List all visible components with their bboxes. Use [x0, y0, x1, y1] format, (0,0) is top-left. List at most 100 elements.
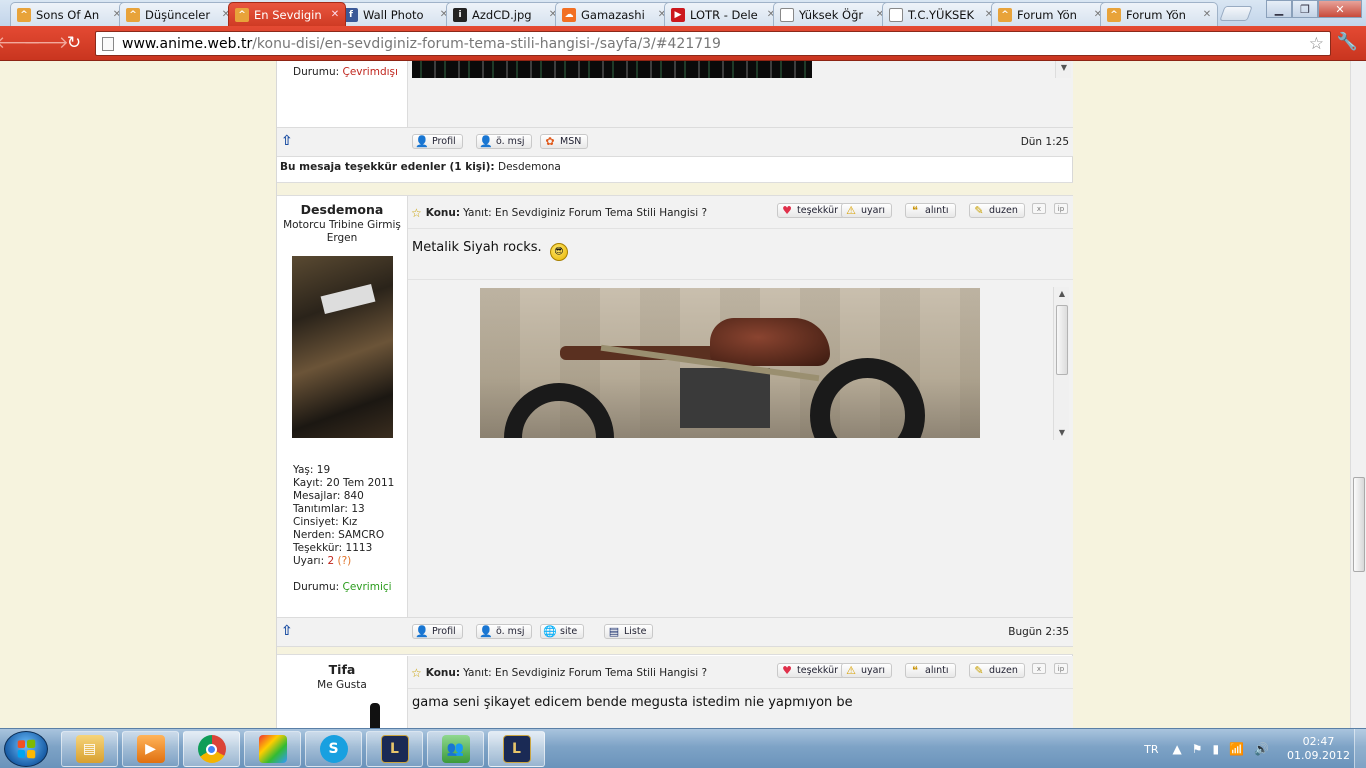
browser-tab[interactable]: ^ Düşünceler ✕ — [119, 2, 237, 26]
battery-icon[interactable]: ▮ — [1213, 742, 1220, 756]
browser-tab-active[interactable]: ^ En Sevdigin ✕ — [228, 2, 346, 26]
stat-age: Yaş: 19 — [293, 464, 331, 476]
taskbar-league-launcher[interactable]: L — [366, 731, 423, 767]
page-scrollbar-thumb[interactable] — [1353, 477, 1365, 572]
wrench-menu-icon[interactable]: 🔧 — [1337, 32, 1358, 52]
taskbar-media-player[interactable]: ▶ — [122, 731, 179, 767]
stat-warnings: Uyarı: 2 (?) — [293, 555, 352, 567]
browser-tab[interactable]: f Wall Photo ✕ — [337, 2, 455, 26]
anime-favicon-icon: ^ — [1107, 7, 1121, 22]
page-scrollbar[interactable] — [1350, 61, 1366, 728]
quote-button[interactable]: ❝ alıntı — [905, 203, 956, 218]
profile-button[interactable]: 👤 Profil — [412, 134, 463, 149]
thanks-user-link[interactable]: Desdemona — [498, 161, 561, 173]
edit-button[interactable]: ✎ duzen — [969, 663, 1025, 678]
pm-user-icon: 👤 — [479, 625, 493, 638]
user-title: Motorcu Tribine Girmiş — [283, 219, 401, 231]
msn-button[interactable]: ✿ MSN — [540, 134, 589, 149]
tab-close-icon[interactable]: ✕ — [1201, 9, 1213, 20]
delete-icon[interactable]: x — [1032, 203, 1046, 214]
skype-icon: S — [319, 735, 348, 763]
action-center-flag-icon[interactable]: ⚑ — [1192, 742, 1203, 756]
signature-motorcycle-image — [480, 288, 980, 438]
taskbar-explorer[interactable]: ▤ — [61, 731, 118, 767]
go-top-arrow-icon[interactable]: ⇧ — [281, 623, 293, 639]
language-indicator[interactable]: TR — [1144, 743, 1158, 756]
ip-icon[interactable]: ip — [1054, 663, 1068, 674]
explorer-icon: ▤ — [75, 735, 104, 763]
taskbar-messenger[interactable]: 👥 — [427, 731, 484, 767]
tab-title: LOTR - Dele — [690, 7, 758, 22]
delete-icon[interactable]: x — [1032, 663, 1046, 674]
system-tray: TR ▲ ⚑ ▮ 📶 🔊 02:47 01.09.2012 — [1144, 729, 1350, 768]
tab-title: Forum Yön — [1017, 7, 1077, 22]
list-button[interactable]: ▤ Liste — [604, 624, 654, 639]
tab-title: Yüksek Öğr — [799, 7, 864, 22]
windows-taskbar: ▤ ▶ S L 👥 L TR ▲ ⚑ ▮ 📶 🔊 02:47 01.09.201… — [0, 728, 1366, 768]
system-clock[interactable]: 02:47 01.09.2012 — [1287, 735, 1350, 763]
network-signal-icon[interactable]: 📶 — [1229, 742, 1244, 756]
inner-scrollbar[interactable]: ▲ ▼ — [1053, 287, 1069, 440]
close-window-icon[interactable]: ✕ — [1318, 0, 1362, 18]
warning-help-link[interactable]: (?) — [337, 555, 351, 567]
inner-scrollbar[interactable]: ▼ — [1055, 61, 1071, 78]
ip-icon[interactable]: ip — [1054, 203, 1068, 214]
reload-icon[interactable]: ↻ — [62, 32, 86, 54]
new-tab-button[interactable] — [1219, 6, 1253, 21]
offline-status: Çevrimdışı — [342, 66, 398, 78]
warn-button[interactable]: ⚠ uyarı — [841, 663, 893, 678]
league-client-icon: L — [502, 735, 531, 763]
browser-tab[interactable]: T.C.YÜKSEK ✕ — [882, 2, 1000, 26]
tray-expand-icon[interactable]: ▲ — [1173, 742, 1182, 756]
warn-button[interactable]: ⚠ uyarı — [841, 203, 893, 218]
globe-icon: 🌐 — [543, 625, 557, 638]
edit-button[interactable]: ✎ duzen — [969, 203, 1025, 218]
tab-title: AzdCD.jpg — [472, 7, 532, 22]
thank-button[interactable]: ♥ teşekkür — [777, 203, 846, 218]
anime-favicon-icon: ^ — [235, 7, 249, 22]
minimize-icon[interactable]: ▁ — [1266, 0, 1292, 18]
tab-close-icon[interactable]: ✕ — [329, 9, 341, 20]
start-button[interactable] — [4, 731, 48, 767]
browser-tab[interactable]: ☁ Gamazashi ✕ — [555, 2, 673, 26]
stat-location: Nerden: SAMCRO — [293, 529, 385, 541]
scroll-down-arrow-icon[interactable]: ▼ — [1056, 61, 1072, 75]
tab-title: Sons Of An — [36, 7, 100, 22]
private-message-button[interactable]: 👤 ö. msj — [476, 134, 532, 149]
browser-tab[interactable]: ^ Sons Of An ✕ — [10, 2, 128, 26]
username-link[interactable]: Tifa — [277, 662, 407, 677]
page-icon — [102, 36, 114, 51]
go-top-arrow-icon[interactable]: ⇧ — [281, 133, 293, 149]
private-message-button[interactable]: 👤 ö. msj — [476, 624, 532, 639]
signature-image — [412, 61, 812, 78]
browser-tab[interactable]: ^ Forum Yön ✕ — [1100, 2, 1218, 26]
profile-button[interactable]: 👤 Profil — [412, 624, 463, 639]
browser-tab[interactable]: ▶ LOTR - Dele ✕ — [664, 2, 782, 26]
taskbar-league-client[interactable]: L — [488, 731, 545, 767]
user-avatar — [292, 256, 393, 438]
taskbar-skype[interactable]: S — [305, 731, 362, 767]
restore-icon[interactable]: ❐ — [1292, 0, 1318, 18]
scroll-up-arrow-icon[interactable]: ▲ — [1054, 287, 1070, 301]
volume-icon[interactable]: 🔊 — [1254, 742, 1269, 756]
username-link[interactable]: Desdemona — [277, 202, 407, 217]
scroll-down-arrow-icon[interactable]: ▼ — [1054, 426, 1070, 440]
forward-arrow-icon[interactable]: 🡒 — [23, 32, 69, 54]
status-line: Durumu: Çevrimiçi — [293, 581, 392, 593]
browser-tab[interactable]: Yüksek Öğr ✕ — [773, 2, 891, 26]
windows-logo-icon — [17, 739, 36, 759]
tab-title: Wall Photo — [363, 7, 424, 22]
address-bar[interactable]: www.anime.web.tr/konu-disi/en-sevdiginiz… — [95, 31, 1331, 56]
taskbar-movie-maker[interactable] — [244, 731, 301, 767]
browser-tab[interactable]: ^ Forum Yön ✕ — [991, 2, 1109, 26]
clock-time: 02:47 — [1302, 735, 1335, 748]
scrollbar-thumb[interactable] — [1056, 305, 1068, 375]
thank-button[interactable]: ♥ teşekkür — [777, 663, 846, 678]
bookmark-star-icon[interactable]: ☆ — [1309, 34, 1324, 54]
website-button[interactable]: 🌐 site — [540, 624, 585, 639]
page-favicon-icon — [780, 7, 794, 22]
taskbar-chrome[interactable] — [183, 731, 240, 767]
browser-tab[interactable]: i AzdCD.jpg ✕ — [446, 2, 564, 26]
show-desktop-button[interactable] — [1354, 729, 1366, 768]
quote-button[interactable]: ❝ alıntı — [905, 663, 956, 678]
